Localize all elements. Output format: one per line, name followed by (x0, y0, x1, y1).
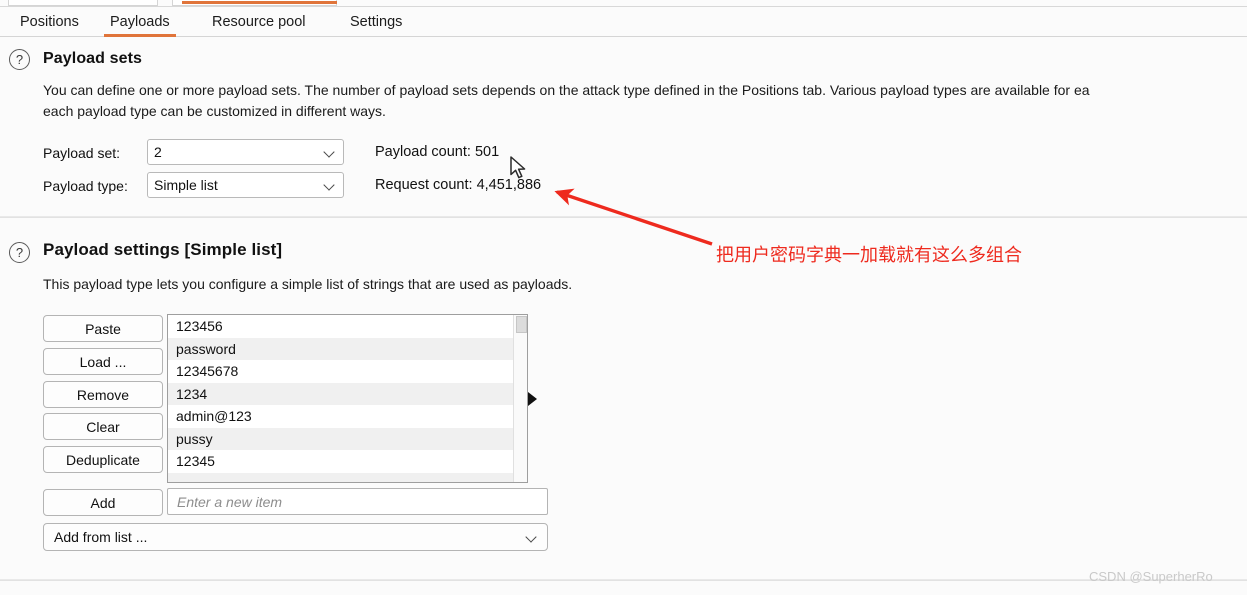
payload-set-dropdown[interactable]: 2 (147, 139, 344, 165)
payload-count-text: Payload count: 501 (375, 144, 500, 160)
list-item[interactable]: 123456 (168, 315, 527, 338)
payload-sets-help-icon-wrap[interactable]: ? (9, 49, 30, 70)
payload-list-scrollbar[interactable] (513, 315, 527, 482)
upper-tab-active-underline (182, 1, 337, 4)
expand-panel-triangle-icon[interactable] (528, 392, 537, 406)
add-from-list-label: Add from list ... (54, 529, 148, 545)
request-count-text: Request count: 4,451,886 (375, 177, 542, 193)
paste-button[interactable]: Paste (43, 315, 163, 342)
chevron-down-icon (526, 531, 539, 544)
add-from-list-dropdown[interactable]: Add from list ... (43, 523, 548, 551)
question-mark-icon[interactable]: ? (9, 49, 30, 70)
paste-button-label: Paste (85, 320, 121, 337)
list-item[interactable] (168, 472, 527, 482)
tab-payloads-underline (104, 34, 176, 37)
list-item[interactable]: admin@123 (168, 405, 527, 428)
deduplicate-button-label: Deduplicate (66, 451, 140, 468)
upper-tab-inactive[interactable] (8, 0, 158, 6)
list-item[interactable]: password (168, 337, 527, 360)
load-button[interactable]: Load ... (43, 348, 163, 375)
watermark-text: CSDN @SuperherRo (1089, 569, 1213, 584)
payload-type-value: Simple list (154, 177, 218, 193)
annotation-label: 把用户密码字典一加载就有这么多组合 (716, 245, 1022, 266)
load-button-label: Load ... (79, 353, 127, 370)
payload-list[interactable]: 123456 password 12345678 1234 admin@123 … (167, 314, 528, 483)
payload-set-value: 2 (154, 144, 162, 160)
section-divider-bottom (0, 579, 1247, 581)
payload-sets-description-line2: each payload type can be customized in d… (43, 103, 386, 119)
upper-tab-strip-partial (0, 0, 1247, 7)
tab-payloads-label: Payloads (110, 14, 170, 30)
tab-settings[interactable]: Settings (336, 7, 416, 37)
payload-settings-help-icon-wrap[interactable]: ? (9, 242, 30, 263)
chevron-down-icon (324, 179, 337, 192)
tab-resource-pool[interactable]: Resource pool (198, 7, 320, 37)
tab-resource-pool-label: Resource pool (212, 14, 306, 30)
tab-positions-label: Positions (20, 14, 79, 30)
list-item[interactable]: pussy (168, 427, 527, 450)
tab-resource-pool-underline (206, 34, 312, 37)
new-item-input[interactable]: Enter a new item (167, 488, 548, 515)
payload-sets-title: Payload sets (43, 50, 143, 67)
deduplicate-button[interactable]: Deduplicate (43, 446, 163, 473)
add-button[interactable]: Add (43, 489, 163, 516)
tab-settings-label: Settings (350, 14, 403, 30)
payload-list-scrollbar-thumb[interactable] (516, 316, 527, 333)
remove-button[interactable]: Remove (43, 381, 163, 408)
tab-payloads[interactable]: Payloads (96, 7, 184, 37)
list-item[interactable]: 12345678 (168, 360, 527, 383)
payload-settings-description: This payload type lets you configure a s… (43, 276, 573, 292)
clear-button-label: Clear (86, 418, 120, 435)
tab-bar: Positions Payloads Resource pool Setting… (0, 7, 1247, 37)
tab-positions-underline (14, 34, 85, 37)
list-item[interactable]: 12345 (168, 450, 527, 473)
add-button-label: Add (90, 494, 116, 511)
tab-settings-underline (344, 34, 408, 37)
payload-sets-description-line1: You can define one or more payload sets.… (43, 82, 1090, 98)
payload-type-label: Payload type: (43, 178, 128, 194)
annotation-arrow (554, 188, 713, 246)
remove-button-label: Remove (76, 386, 130, 403)
question-mark-icon[interactable]: ? (9, 242, 30, 263)
section-divider-top (0, 216, 1247, 218)
new-item-placeholder: Enter a new item (177, 493, 283, 510)
payload-type-dropdown[interactable]: Simple list (147, 172, 344, 198)
payload-set-label: Payload set: (43, 145, 121, 161)
burp-intruder-payloads-panel: Positions Payloads Resource pool Setting… (0, 0, 1247, 595)
tab-positions[interactable]: Positions (6, 7, 93, 37)
chevron-down-icon (324, 146, 337, 159)
list-item[interactable]: 1234 (168, 382, 527, 405)
payload-settings-title: Payload settings [Simple list] (43, 240, 283, 259)
clear-button[interactable]: Clear (43, 413, 163, 440)
